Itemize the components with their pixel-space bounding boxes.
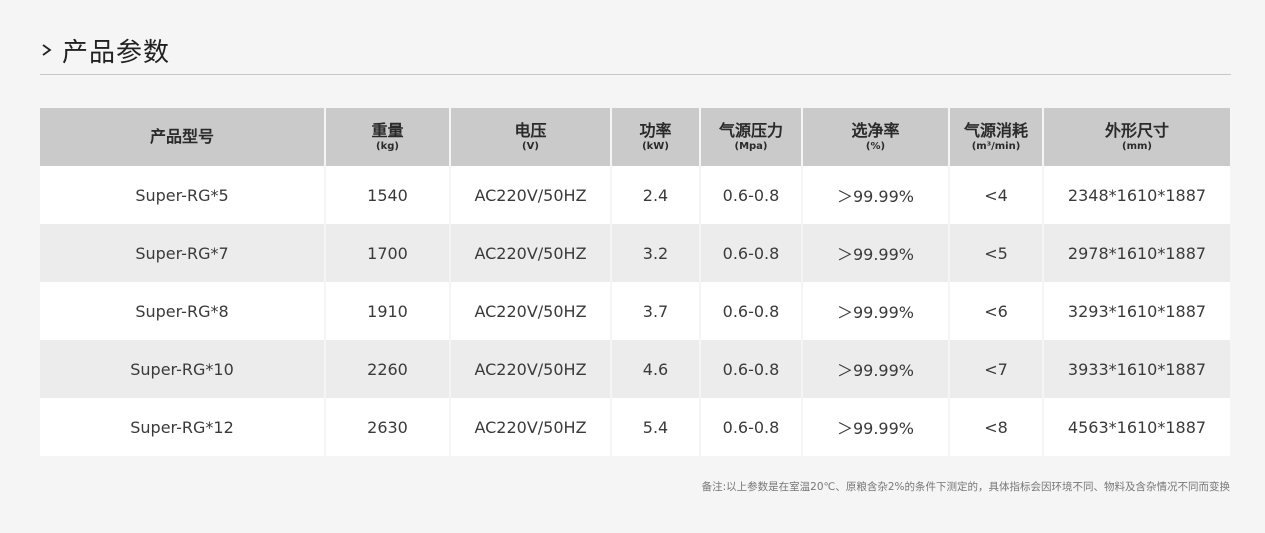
cell-model: Super-RG*12 <box>40 398 326 456</box>
cell-model: Super-RG*8 <box>40 282 326 340</box>
header-air-pressure: 气源压力 (Mpa) <box>700 108 803 166</box>
cell-air-consumption: <7 <box>949 340 1044 398</box>
header-dimensions: 外形尺寸 (mm) <box>1043 108 1230 166</box>
cell-dimensions: 4563*1610*1887 <box>1043 398 1230 456</box>
header-label: 重量 <box>371 120 404 140</box>
product-parameters-table: 产品型号 重量 (kg) 电压 (V) 功率 (kW) 气源压力 (Mpa) 选… <box>40 108 1230 456</box>
cell-weight: 2630 <box>325 398 451 456</box>
cell-air-consumption: <4 <box>949 166 1044 224</box>
table-row: Super-RG*7 1700 AC220V/50HZ 3.2 0.6-0.8 … <box>40 224 1230 282</box>
header-unit: (kW) <box>642 140 669 152</box>
cell-selection-rate: ＞99.99% <box>802 398 950 456</box>
cell-air-pressure: 0.6-0.8 <box>700 398 803 456</box>
cell-power: 3.7 <box>611 282 701 340</box>
cell-air-consumption: <6 <box>949 282 1044 340</box>
page: 产品参数 产品型号 重量 (kg) 电压 (V) 功率 (kW) 气源压力 (M… <box>0 0 1265 533</box>
cell-air-pressure: 0.6-0.8 <box>700 224 803 282</box>
footnote: 备注:以上参数是在室温20℃、原粮含杂2%的条件下测定的，具体指标会因环境不同、… <box>701 481 1230 493</box>
table-row: Super-RG*8 1910 AC220V/50HZ 3.7 0.6-0.8 … <box>40 282 1230 340</box>
cell-dimensions: 2978*1610*1887 <box>1043 224 1230 282</box>
header-unit: (mm) <box>1122 140 1152 152</box>
cell-power: 2.4 <box>611 166 701 224</box>
header-label: 电压 <box>514 120 547 140</box>
cell-air-pressure: 0.6-0.8 <box>700 282 803 340</box>
header-label: 产品型号 <box>149 127 214 146</box>
cell-power: 3.2 <box>611 224 701 282</box>
header-label: 气源消耗 <box>963 120 1028 140</box>
header-air-consumption: 气源消耗 (m³/min) <box>949 108 1044 166</box>
header-selection-rate: 选净率 (%) <box>802 108 950 166</box>
cell-model: Super-RG*7 <box>40 224 326 282</box>
header-unit: (V) <box>522 140 539 152</box>
cell-air-consumption: <8 <box>949 398 1044 456</box>
header-model: 产品型号 <box>40 108 326 166</box>
header-label: 功率 <box>639 120 672 140</box>
header-label: 选净率 <box>851 120 900 140</box>
cell-air-pressure: 0.6-0.8 <box>700 340 803 398</box>
section-title: 产品参数 <box>62 37 171 68</box>
cell-selection-rate: ＞99.99% <box>802 166 950 224</box>
table-header-row: 产品型号 重量 (kg) 电压 (V) 功率 (kW) 气源压力 (Mpa) 选… <box>40 108 1230 166</box>
cell-model: Super-RG*5 <box>40 166 326 224</box>
cell-power: 5.4 <box>611 398 701 456</box>
header-label: 外形尺寸 <box>1104 120 1169 140</box>
cell-power: 4.6 <box>611 340 701 398</box>
table-row: Super-RG*10 2260 AC220V/50HZ 4.6 0.6-0.8… <box>40 340 1230 398</box>
cell-voltage: AC220V/50HZ <box>450 166 612 224</box>
cell-weight: 1540 <box>325 166 451 224</box>
chevron-right-icon <box>42 44 52 56</box>
cell-weight: 2260 <box>325 340 451 398</box>
cell-model: Super-RG*10 <box>40 340 326 398</box>
cell-dimensions: 3933*1610*1887 <box>1043 340 1230 398</box>
section-header: 产品参数 <box>40 33 171 68</box>
header-unit: (kg) <box>376 140 399 152</box>
cell-selection-rate: ＞99.99% <box>802 340 950 398</box>
cell-voltage: AC220V/50HZ <box>450 282 612 340</box>
cell-weight: 1910 <box>325 282 451 340</box>
table-row: Super-RG*5 1540 AC220V/50HZ 2.4 0.6-0.8 … <box>40 166 1230 224</box>
cell-air-consumption: <5 <box>949 224 1044 282</box>
header-power: 功率 (kW) <box>611 108 701 166</box>
cell-voltage: AC220V/50HZ <box>450 224 612 282</box>
header-label: 气源压力 <box>718 120 783 140</box>
cell-dimensions: 3293*1610*1887 <box>1043 282 1230 340</box>
section-divider <box>40 74 1231 75</box>
cell-selection-rate: ＞99.99% <box>802 282 950 340</box>
header-unit: (Mpa) <box>734 140 768 152</box>
cell-weight: 1700 <box>325 224 451 282</box>
table-row: Super-RG*12 2630 AC220V/50HZ 5.4 0.6-0.8… <box>40 398 1230 456</box>
header-unit: (m³/min) <box>971 140 1021 152</box>
cell-dimensions: 2348*1610*1887 <box>1043 166 1230 224</box>
cell-selection-rate: ＞99.99% <box>802 224 950 282</box>
header-unit: (%) <box>865 140 886 152</box>
header-voltage: 电压 (V) <box>450 108 612 166</box>
header-weight: 重量 (kg) <box>325 108 451 166</box>
cell-voltage: AC220V/50HZ <box>450 340 612 398</box>
cell-voltage: AC220V/50HZ <box>450 398 612 456</box>
cell-air-pressure: 0.6-0.8 <box>700 166 803 224</box>
